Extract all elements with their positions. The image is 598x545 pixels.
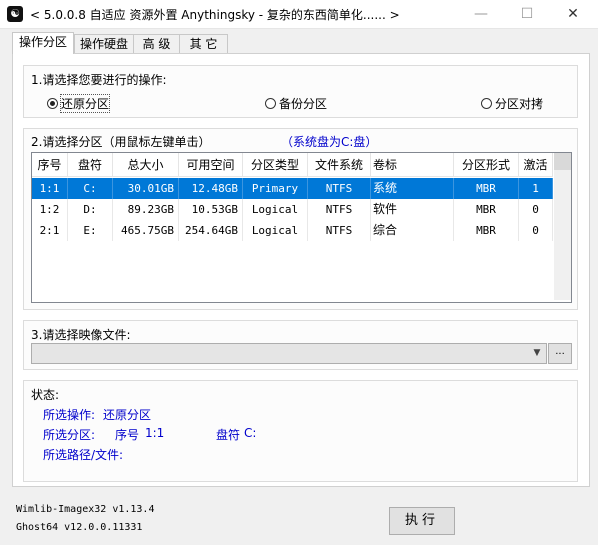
chevron-down-icon[interactable]: ▼ [530,345,544,361]
col-free[interactable]: 可用空间 [179,153,243,177]
radio-restore-label[interactable]: 还原分区 [59,94,111,113]
radio-backup-label[interactable]: 备份分区 [279,95,327,112]
col-drive[interactable]: 盘符 [68,153,113,177]
execute-button[interactable]: 执行 [389,507,455,535]
selected-partition-drive-label: 盘符 [216,428,241,442]
cell-drive: D: [68,199,113,220]
cell-type: Logical [243,199,308,220]
image-file-select[interactable]: ▼ [31,343,547,364]
cell-drive: E: [68,220,113,241]
selected-operation-value: 还原分区 [103,408,152,422]
cell-free: 10.53GB [179,199,243,220]
cell-free: 254.64GB [179,220,243,241]
radio-copy[interactable]: 分区对拷 [481,95,543,112]
cell-index: 2:1 [32,220,68,241]
image-file-label: 3.请选择映像文件: [31,328,131,342]
tab-advanced[interactable]: 高 级 [133,34,180,53]
cell-index: 1:2 [32,199,68,220]
cell-drive: C: [68,178,113,199]
cell-label: 综合 [371,220,454,241]
selected-partition-index: 1:1 [145,426,165,440]
cell-free: 12.48GB [179,178,243,199]
maximize-button[interactable]: ☐ [504,0,550,28]
wimlib-version: Wimlib-Imagex32 v1.13.4 [16,504,155,515]
scroll-thumb[interactable] [554,153,571,170]
selected-operation-label: 所选操作: [43,408,96,422]
radio-backup-indicator[interactable] [265,98,276,109]
cell-type: Logical [243,220,308,241]
close-button[interactable]: ✕ [550,0,596,28]
ghost-version: Ghost64 v12.0.0.11331 [16,522,143,533]
minimize-button[interactable]: — [458,0,504,28]
radio-restore-indicator[interactable] [47,98,58,109]
tab-operate-disk[interactable]: 操作硬盘 [74,34,134,53]
selected-partition-label: 所选分区: [43,428,96,442]
yin-yang-icon[interactable]: ☯ [7,6,23,22]
cell-total: 30.01GB [113,178,179,199]
cell-index: 1:1 [32,178,68,199]
tab-other[interactable]: 其 它 [179,34,228,53]
table-row[interactable]: 1:2 D: 89.23GB 10.53GB Logical NTFS 软件 M… [32,199,553,220]
cell-scheme: MBR [454,199,519,220]
radio-restore[interactable]: 还原分区 [47,94,111,113]
cell-active: 0 [519,199,553,220]
cell-label: 软件 [371,199,454,220]
cell-active: 1 [519,178,553,199]
selected-partition-drive: C: [244,426,257,440]
radio-backup[interactable]: 备份分区 [265,95,327,112]
col-label[interactable]: 卷标 [371,153,454,177]
cell-total: 89.23GB [113,199,179,220]
radio-copy-label[interactable]: 分区对拷 [495,95,543,112]
selected-path-label: 所选路径/文件: [43,448,124,462]
cell-fs: NTFS [308,220,371,241]
cell-total: 465.75GB [113,220,179,241]
partition-table[interactable]: 序号 盘符 总大小 可用空间 分区类型 文件系统 卷标 分区形式 激活 1:1 … [31,152,572,303]
col-total[interactable]: 总大小 [113,153,179,177]
cell-scheme: MBR [454,220,519,241]
col-type[interactable]: 分区类型 [243,153,308,177]
cell-scheme: MBR [454,178,519,199]
tab-operate-partition[interactable]: 操作分区 [12,32,74,54]
col-fs[interactable]: 文件系统 [308,153,371,177]
system-disk-hint: （系统盘为C:盘） [281,135,378,149]
title-bar: ☯ < 5.0.0.8 自适应 资源外置 Anythingsky - 复杂的东西… [0,0,598,29]
radio-copy-indicator[interactable] [481,98,492,109]
table-row[interactable]: 2:1 E: 465.75GB 254.64GB Logical NTFS 综合… [32,220,553,241]
cell-fs: NTFS [308,199,371,220]
col-index[interactable]: 序号 [32,153,68,177]
table-scrollbar[interactable] [554,153,571,300]
status-group [23,380,578,482]
cell-type: Primary [243,178,308,199]
cell-label: 系统 [371,178,454,199]
window-title: < 5.0.0.8 自适应 资源外置 Anythingsky - 复杂的东西简单… [30,8,400,22]
status-label: 状态: [31,388,60,402]
col-active[interactable]: 激活 [519,153,553,177]
operation-group-label: 1.请选择您要进行的操作: [31,73,167,87]
col-scheme[interactable]: 分区形式 [454,153,519,177]
cell-fs: NTFS [308,178,371,199]
table-row[interactable]: 1:1 C: 30.01GB 12.48GB Primary NTFS 系统 M… [32,178,553,199]
browse-button[interactable]: ... [548,343,572,364]
cell-active: 0 [519,220,553,241]
partition-group-label: 2.请选择分区（用鼠标左键单击） [31,135,211,149]
selected-partition-index-label: 序号 [115,428,140,442]
